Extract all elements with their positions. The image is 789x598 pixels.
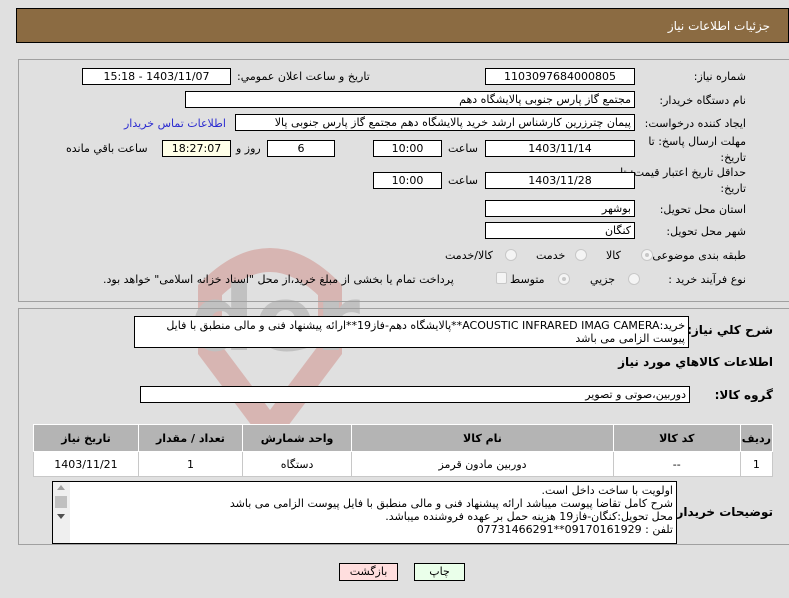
cell-unit: دستگاه: [241, 451, 353, 477]
goods-group-field: دوربين،صوتی و تصوير: [140, 386, 690, 403]
category-radio-goods[interactable]: [641, 249, 653, 261]
treasury-checkbox[interactable]: [496, 272, 507, 284]
requester-label: ايجاد کننده درخواست:: [644, 117, 746, 130]
col-row-number: رديف: [739, 424, 774, 452]
price-validity-time-field: 10:00: [373, 172, 442, 189]
back-button[interactable]: بازگشت: [339, 563, 398, 581]
table-row: 1 -- دوربين مادون قرمز دستگاه 1 1403/11/…: [33, 451, 774, 477]
remaining-time-label: ساعت باقي مانده: [66, 142, 148, 155]
need-number-field: 1103097684000805: [485, 68, 635, 85]
reply-deadline-time-label: ساعت: [448, 142, 478, 155]
purchase-type-label: نوع فرآيند خريد :: [668, 273, 746, 286]
cell-quantity: 1: [137, 451, 243, 477]
requester-field: پيمان چترزرين کارشناس ارشد خريد پالايشگا…: [235, 114, 635, 131]
buyer-org-field: مجتمع گاز پارس جنوبی پالایشگاه دهم: [185, 91, 635, 108]
col-goods-code: کد کالا: [612, 424, 741, 452]
page-title: جزئيات اطلاعات نياز: [667, 19, 770, 33]
announce-datetime-field: 1403/11/07 - 15:18: [82, 68, 231, 85]
remaining-time-field: 18:27:07: [162, 140, 231, 157]
cell-goods-name: دوربين مادون قرمز: [351, 451, 614, 477]
buyer-notes-label: توضيحات خريدار:: [671, 505, 773, 519]
page-header: جزئيات اطلاعات نياز: [16, 8, 789, 43]
price-validity-label-2: تاريخ:: [720, 182, 746, 195]
announce-datetime-label: تاريخ و ساعت اعلان عمومي:: [237, 70, 370, 83]
buyer-notes-scrollbar[interactable]: [53, 482, 70, 543]
description-textarea[interactable]: خريد:ACOUSTIC INFRARED IMAG CAMERA**پالا…: [134, 316, 689, 348]
category-label: طبقه بندی موضوعی:: [648, 249, 746, 262]
reply-deadline-label-1: مهلت ارسال پاسخ: تا: [648, 135, 746, 148]
city-field: کنگان: [485, 222, 635, 239]
category-radio-service[interactable]: [575, 249, 587, 261]
province-label: استان محل تحويل:: [659, 203, 746, 216]
col-need-date: تاريخ نياز: [33, 424, 139, 452]
reply-deadline-time-field: 10:00: [373, 140, 442, 157]
price-validity-date-field: 1403/11/28: [485, 172, 635, 189]
cell-row-number: 1: [739, 451, 774, 477]
price-validity-label-1: حداقل تاريخ اعتبار قيمت: تا: [620, 166, 746, 179]
need-number-label: شماره نياز:: [693, 70, 746, 83]
buyer-notes-line-4: تلفن : 09170161929**07731466291: [476, 523, 673, 536]
cell-need-date: 1403/11/21: [33, 451, 139, 477]
buyer-notes-textarea[interactable]: اولويت با ساخت داخل است. شرح کامل تقاضا …: [52, 481, 677, 544]
province-field: بوشهر: [485, 200, 635, 217]
category-option-service: خدمت: [536, 249, 566, 262]
treasury-checkbox-label: پرداخت تمام يا بخشی از مبلغ خريد،از محل …: [103, 273, 454, 286]
col-quantity: تعداد / مقدار: [137, 424, 243, 452]
reply-deadline-date-field: 1403/11/14: [485, 140, 635, 157]
buyer-notes-line-2: شرح کامل تقاضا پيوست ميباشد ارائه پيشنها…: [229, 497, 673, 510]
city-label: شهر محل تحويل:: [666, 225, 746, 238]
col-goods-name: نام کالا: [351, 424, 614, 452]
scroll-thumb[interactable]: [55, 496, 67, 508]
remaining-days-field: 6: [267, 140, 335, 157]
buyer-notes-line-1: اولويت با ساخت داخل است.: [541, 484, 674, 497]
description-label: شرح كلي نياز:: [687, 323, 773, 337]
scroll-up-arrow-icon[interactable]: [57, 485, 65, 490]
category-option-goods-service: کالا/خدمت: [445, 249, 493, 262]
goods-table: رديف کد کالا نام کالا واحد شمارش تعداد /…: [33, 424, 774, 477]
category-option-goods: کالا: [606, 249, 621, 262]
goods-table-header: رديف کد کالا نام کالا واحد شمارش تعداد /…: [33, 424, 774, 452]
buyer-contact-link[interactable]: اطلاعات تماس خريدار: [124, 117, 226, 130]
goods-group-label: گروه كالا:: [714, 388, 773, 402]
category-radio-goods-service[interactable]: [505, 249, 517, 261]
reply-deadline-label-2: تاريخ:: [720, 151, 746, 164]
days-label: روز و: [236, 142, 261, 155]
purchase-type-radio-medium[interactable]: [558, 273, 570, 285]
cell-goods-code: --: [612, 451, 741, 477]
purchase-type-option-medium: متوسط: [510, 273, 545, 286]
purchase-type-radio-minor[interactable]: [628, 273, 640, 285]
goods-section-title: اطلاعات كالاهاي مورد نياز: [618, 355, 773, 369]
price-validity-time-label: ساعت: [448, 174, 478, 187]
scroll-down-arrow-icon[interactable]: [57, 514, 65, 519]
purchase-type-option-minor: جزيي: [590, 273, 616, 286]
print-button[interactable]: چاپ: [414, 563, 465, 581]
buyer-org-label: نام دستگاه خريدار:: [659, 94, 746, 107]
col-unit: واحد شمارش: [241, 424, 353, 452]
buyer-notes-line-3: محل تحويل:کنگان-فاز19 هزينه حمل بر عهده …: [385, 510, 673, 523]
